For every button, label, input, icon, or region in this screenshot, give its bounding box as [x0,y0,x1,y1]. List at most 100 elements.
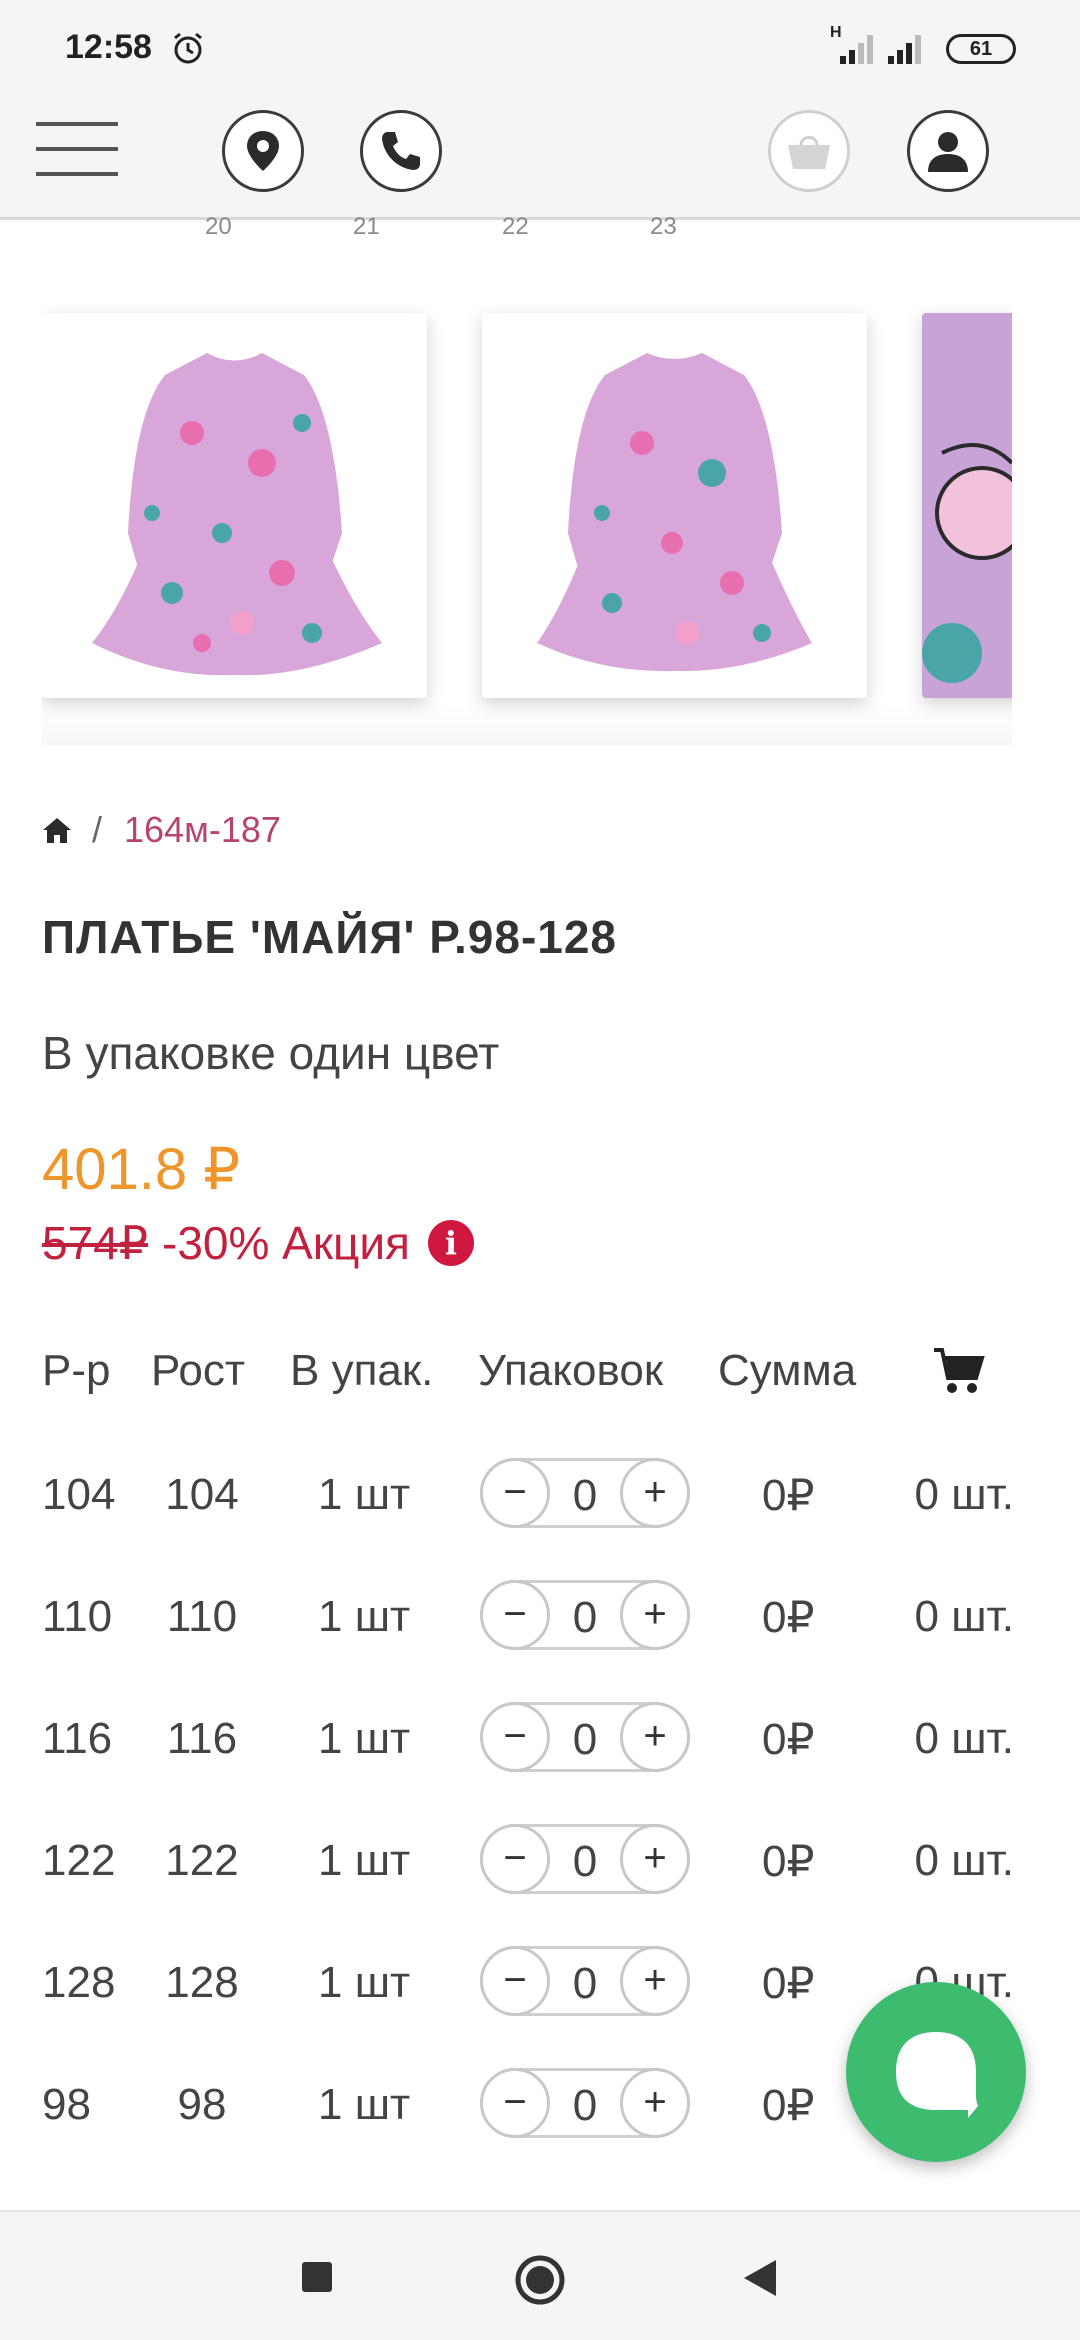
column-header-pack: В упак. [290,1346,434,1395]
system-nav-bar [0,2210,1080,2340]
signal-icon [840,35,873,64]
home-circle-icon[interactable] [514,2254,566,2306]
height-cell: 110 [166,1592,238,1641]
size-cell: 128 [42,1958,116,2007]
pack-cell: 1 шт [318,1836,411,1885]
discount-row: 574₽ -30% Акция i [42,1216,474,1270]
decrement-button[interactable]: − [480,1580,550,1650]
home-icon[interactable] [42,815,72,845]
decrement-button[interactable]: − [480,1702,550,1772]
height-cell: 128 [165,1958,239,2007]
menu-icon[interactable] [36,122,118,178]
height-cell: 116 [166,1714,238,1763]
alarm-icon [174,32,202,64]
product-price: 401.8 ₽ [42,1137,241,1202]
product-thumbnail[interactable] [42,313,427,698]
pack-cell: 1 шт [318,1714,411,1763]
date-number: 22 [502,213,529,240]
phone-button[interactable] [360,110,442,192]
pack-cell: 1 шт [318,2080,411,2129]
signal-icon [888,35,921,64]
quantity-value[interactable]: 0 [553,2081,617,2131]
chat-bubble-icon [896,2032,978,2118]
date-number: 23 [650,213,677,240]
old-price: 574₽ [42,1217,149,1269]
breadcrumb-current[interactable]: 164м-187 [124,809,281,851]
sum-cell: 0₽ [762,1715,815,1764]
quantity-value[interactable]: 0 [553,1471,617,1521]
sum-cell: 0₽ [762,1959,815,2008]
size-row: 122 122 1 шт −0 +0₽ 0 шт. [0,1820,1080,1900]
breadcrumb-separator: / [92,809,103,850]
increment-button[interactable]: + [620,1946,690,2016]
pack-cell: 1 шт [318,1470,411,1519]
pack-cell: 1 шт [318,1592,411,1641]
battery-level: 61 [969,38,993,60]
quantity-stepper[interactable]: −0 + [480,1458,690,1528]
sum-cell: 0₽ [762,2081,815,2130]
size-cell: 98 [42,2080,91,2129]
column-header-height: Рост [151,1346,246,1395]
dress-image [92,353,382,676]
height-cell: 104 [165,1470,239,1519]
discount-label: -30% Акция [162,1217,410,1269]
decrement-button[interactable]: − [480,1946,550,2016]
quantity-stepper[interactable]: −0 + [480,1580,690,1650]
quantity-value[interactable]: 0 [553,1837,617,1887]
site-header [0,80,1080,220]
decrement-button[interactable]: − [480,1824,550,1894]
decrement-button[interactable]: − [480,1458,550,1528]
count-cell: 0 шт. [914,1470,1015,1519]
date-number: 21 [353,213,380,240]
increment-button[interactable]: + [620,1702,690,1772]
count-cell: 0 шт. [914,1714,1015,1763]
height-cell: 98 [177,2080,227,2129]
column-header-sum: Сумма [718,1346,857,1395]
cart-icon [934,1348,985,1393]
pack-cell: 1 шт [318,1958,411,2007]
battery-icon: 61 [946,34,1016,64]
increment-button[interactable]: + [620,2068,690,2138]
product-image-carousel[interactable] [42,280,1012,740]
increment-button[interactable]: + [620,1824,690,1894]
status-bar: 12:58 H 61 [0,0,1080,80]
size-row: 116 116 1 шт −0 +0₽ 0 шт. [0,1698,1080,1778]
height-cell: 122 [165,1836,239,1885]
product-thumbnail[interactable] [482,313,867,698]
product-title: ПЛАТЬЕ 'МАЙЯ' Р.98-128 [42,911,618,963]
increment-button[interactable]: + [620,1580,690,1650]
quantity-stepper[interactable]: −0 + [480,1702,690,1772]
sum-cell: 0₽ [762,1837,815,1886]
count-cell: 0 шт. [914,1592,1015,1641]
user-icon [928,132,968,172]
size-cell: 116 [42,1714,113,1763]
chat-button[interactable] [846,1982,1026,2162]
info-icon[interactable]: i [427,1220,474,1266]
back-icon[interactable] [740,2258,778,2298]
column-header-packs: Упаковок [478,1346,664,1395]
phone-icon [382,132,420,170]
quantity-value[interactable]: 0 [553,1715,617,1765]
status-time: 12:58 [65,28,152,66]
column-header-size: Р-р [42,1346,111,1395]
basket-button[interactable] [768,110,850,192]
location-pin-icon [247,131,279,171]
fabric-closeup-image [922,313,1012,698]
count-cell: 0 шт. [914,1836,1015,1885]
date-number: 20 [205,213,232,240]
size-row: 104 104 1 шт −0 +0₽ 0 шт. [0,1454,1080,1534]
recents-icon[interactable] [300,2260,334,2294]
quantity-value[interactable]: 0 [553,1959,617,2009]
quantity-stepper[interactable]: −0 + [480,1824,690,1894]
quantity-value[interactable]: 0 [553,1593,617,1643]
size-row: 110 110 1 шт −0 +0₽ 0 шт. [0,1576,1080,1656]
sum-cell: 0₽ [762,1593,815,1642]
account-button[interactable] [907,110,989,192]
product-thumbnail[interactable] [922,313,1012,698]
increment-button[interactable]: + [620,1458,690,1528]
quantity-stepper[interactable]: −0 + [480,2068,690,2138]
location-button[interactable] [222,110,304,192]
size-cell: 110 [42,1592,113,1641]
decrement-button[interactable]: − [480,2068,550,2138]
quantity-stepper[interactable]: −0 + [480,1946,690,2016]
